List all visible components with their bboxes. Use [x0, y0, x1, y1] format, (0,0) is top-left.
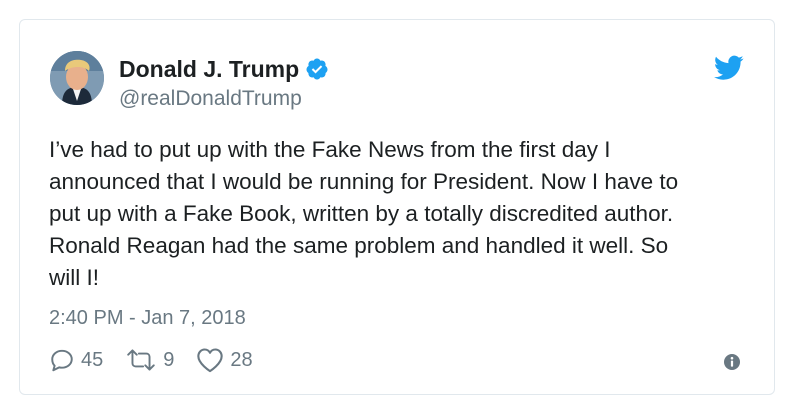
reply-button[interactable]: 45: [49, 347, 103, 373]
info-icon[interactable]: [723, 353, 741, 371]
tweet-text: I’ve had to put up with the Fake News fr…: [49, 137, 679, 290]
tweet-timestamp[interactable]: 2:40 PM - Jan 7, 2018: [49, 305, 246, 331]
reply-icon: [51, 349, 73, 372]
like-button[interactable]: 28: [196, 347, 253, 373]
verified-badge-icon: [306, 58, 328, 80]
twitter-bird-icon[interactable]: [714, 55, 744, 81]
retweet-count: 9: [163, 348, 175, 371]
retweet-button[interactable]: 9: [125, 347, 174, 373]
author-handle[interactable]: @realDonaldTrump: [119, 86, 302, 112]
avatar[interactable]: [50, 51, 104, 105]
like-count: 28: [230, 348, 253, 371]
reply-count: 45: [81, 348, 104, 371]
heart-icon: [197, 348, 224, 373]
retweet-icon: [127, 349, 156, 371]
tweet-card: Donald J. Trump @realDonaldTrump I’ve ha…: [19, 19, 775, 395]
tweet-actions: 45 9 28: [49, 346, 275, 374]
author-display-name[interactable]: Donald J. Trump: [119, 55, 299, 83]
author-name-row[interactable]: Donald J. Trump: [119, 55, 329, 83]
